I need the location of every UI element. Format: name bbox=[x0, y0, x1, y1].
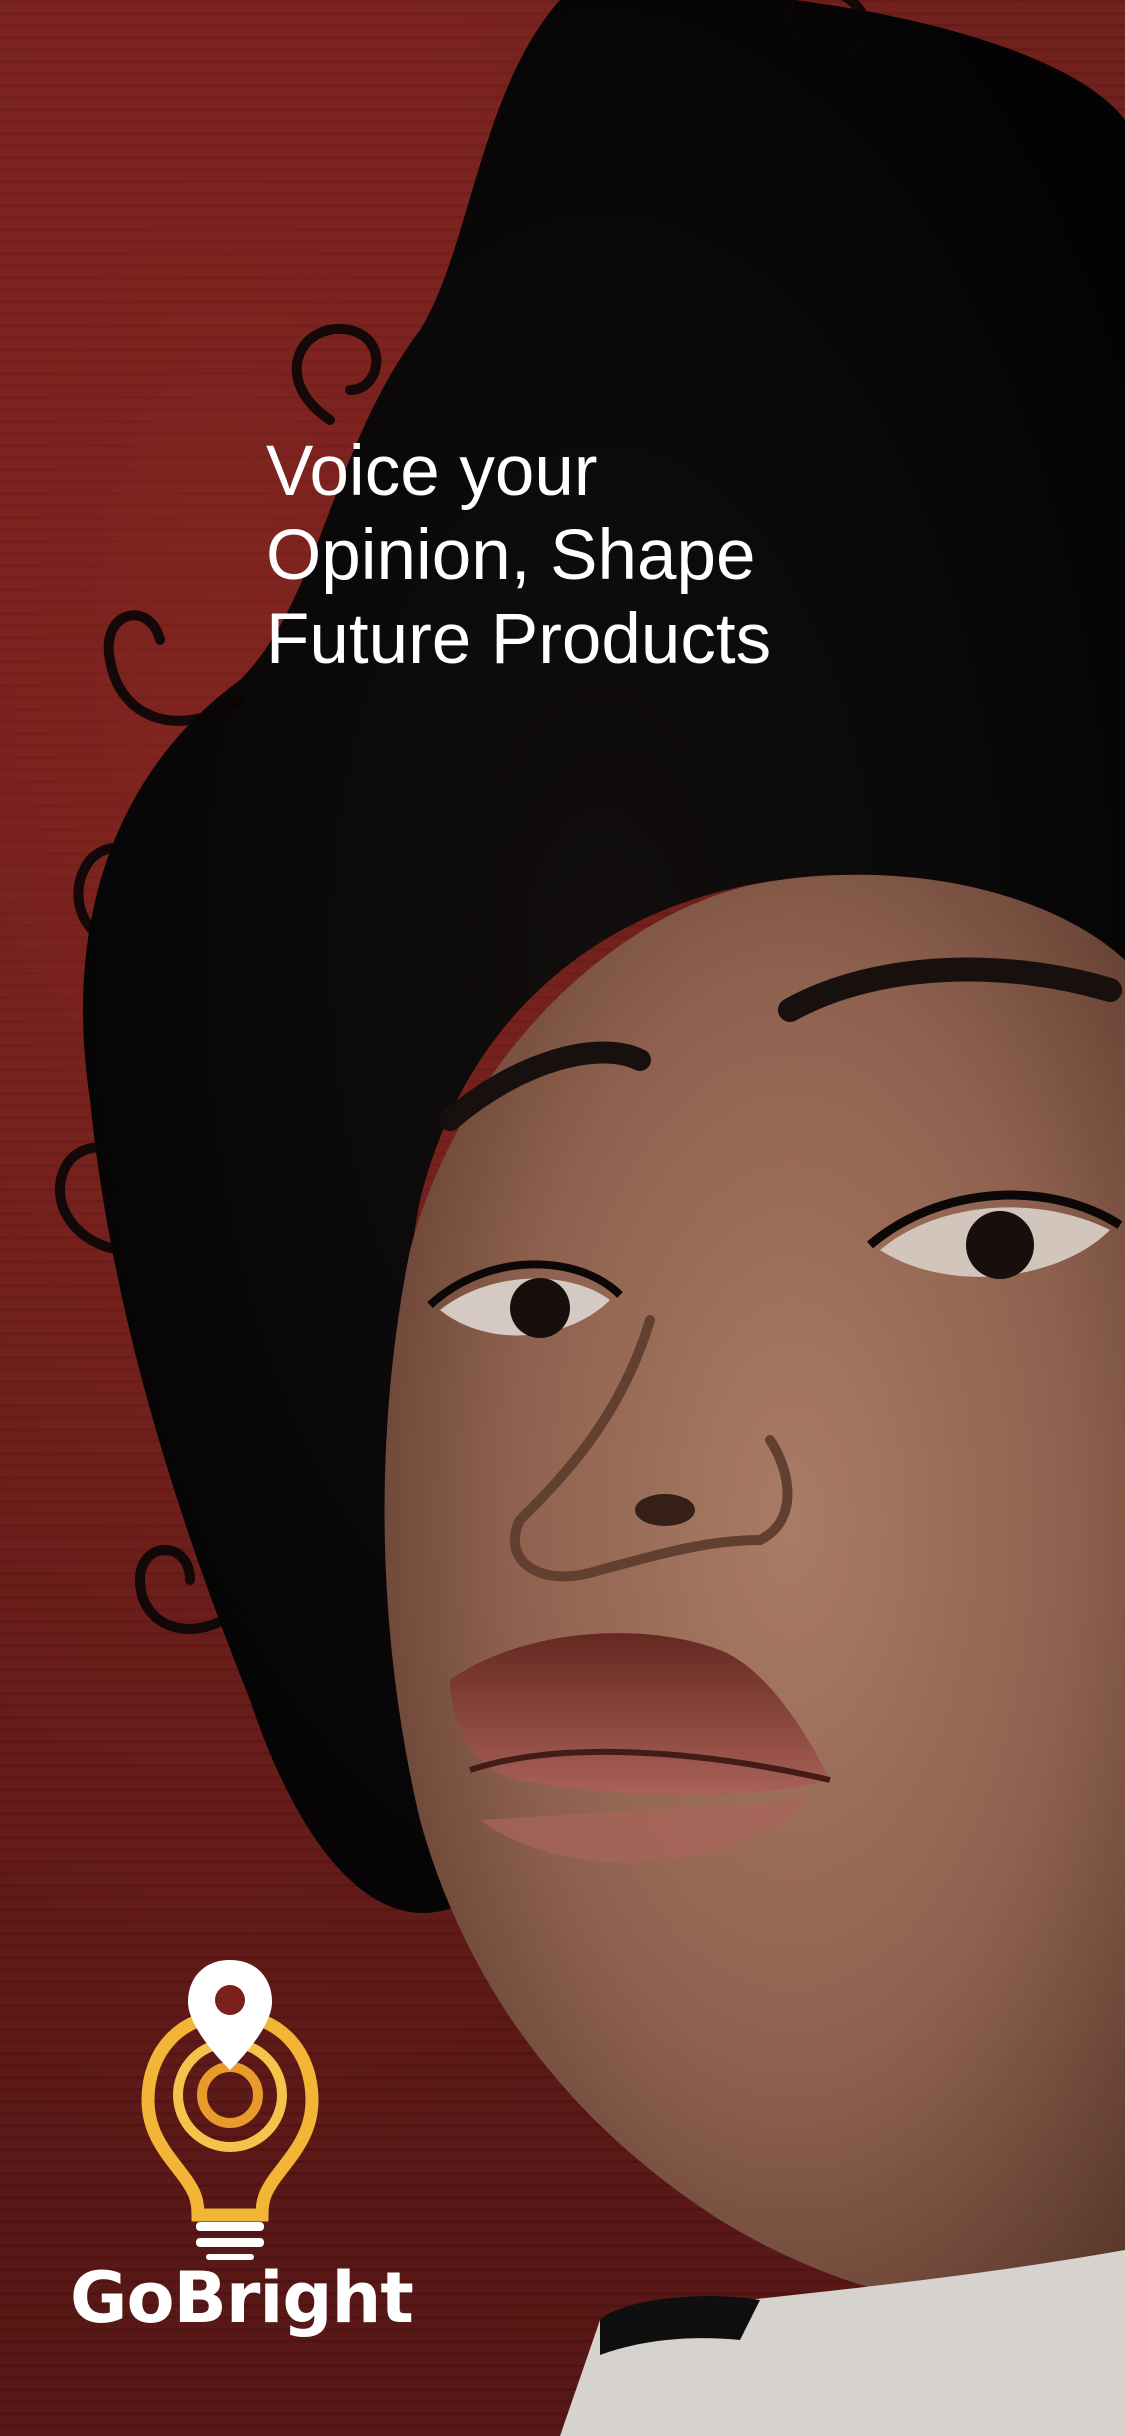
headline-line-1: Voice your bbox=[266, 432, 598, 511]
headline-line-2: Opinion, Shape bbox=[266, 516, 756, 595]
headline-line-3: Future Products bbox=[266, 600, 772, 679]
onboarding-screen: Voice your Opinion, Shape Future Product… bbox=[0, 0, 1125, 2436]
gobright-logo: GoBright bbox=[70, 1960, 414, 2360]
onboarding-headline: Voice your Opinion, Shape Future Product… bbox=[266, 430, 886, 682]
lightbulb-location-pin-icon bbox=[141, 1960, 319, 2260]
brand-name: GoBright bbox=[70, 2257, 414, 2339]
